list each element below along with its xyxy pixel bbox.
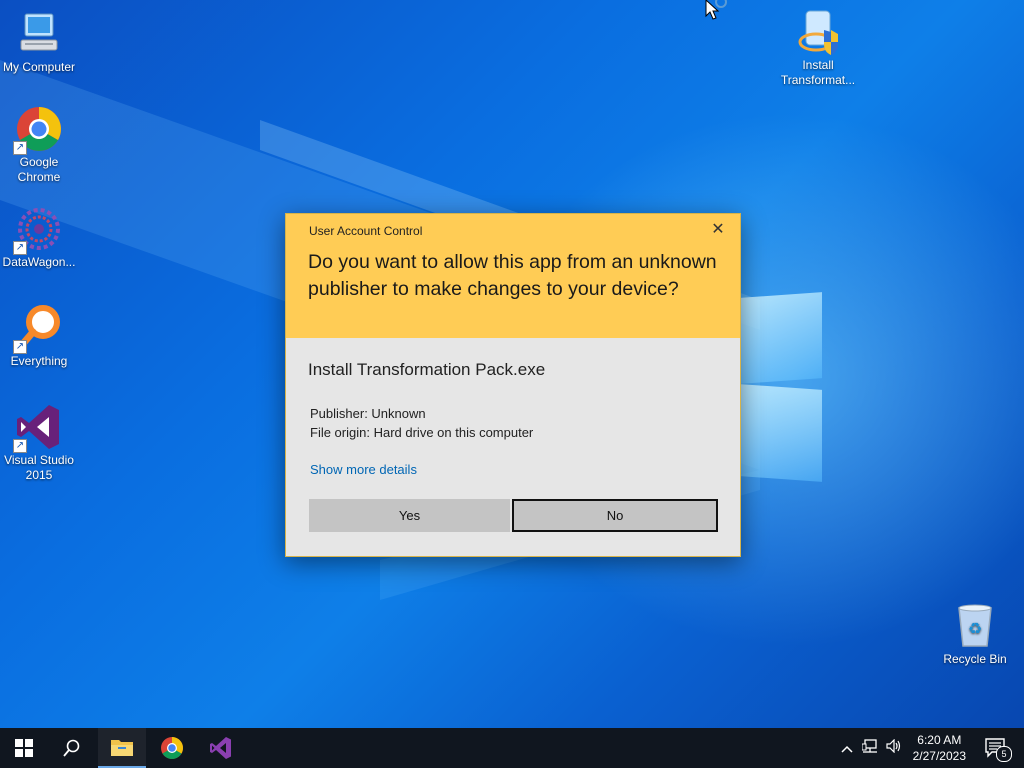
everything-search-icon: ↗: [13, 304, 63, 354]
search-button[interactable]: [48, 728, 96, 768]
computer-icon: [15, 10, 63, 58]
desktop-icon-everything[interactable]: ↗ Everything: [0, 304, 78, 369]
shortcut-arrow-icon: ↗: [13, 141, 27, 155]
uac-file-origin: File origin: Hard drive on this computer: [310, 425, 534, 440]
mouse-pointer-icon: [705, 0, 727, 20]
show-more-details-link[interactable]: Show more details: [310, 462, 417, 477]
search-icon: [63, 739, 80, 757]
uac-app-name: Install Transformation Pack.exe: [308, 360, 546, 379]
datawagon-icon: ↗: [13, 205, 63, 255]
svg-text:♻: ♻: [968, 621, 982, 638]
uac-question: Do you want to allow this app from an un…: [308, 251, 717, 300]
no-button[interactable]: No: [512, 499, 718, 532]
taskbar-file-explorer[interactable]: [98, 728, 146, 768]
close-icon[interactable]: ✕: [708, 220, 728, 240]
desktop-icon-label: Everything: [10, 354, 68, 368]
uac-publisher: Publisher: Unknown: [310, 406, 426, 421]
start-icon: [15, 739, 33, 757]
shortcut-arrow-icon: ↗: [13, 340, 27, 354]
taskbar-chrome[interactable]: [148, 728, 196, 768]
shortcut-arrow-icon: ↗: [13, 439, 27, 453]
desktop-icon-datawagon[interactable]: ↗ DataWagon...: [0, 205, 78, 270]
recycle-bin-icon: ♻: [951, 602, 999, 650]
notification-badge: 5: [996, 746, 1012, 762]
wallpaper-logo-pane: [740, 384, 822, 482]
desktop-icon-label: Visual Studio 2015: [4, 453, 74, 482]
desktop-icon-my-computer[interactable]: My Computer: [0, 10, 78, 75]
chevron-up-icon[interactable]: [836, 741, 858, 756]
desktop-icon-install-transformation[interactable]: Install Transformat...: [779, 8, 857, 88]
file-explorer-icon: [111, 740, 133, 756]
uac-info: Publisher: Unknown File origin: Hard dri…: [310, 404, 533, 442]
start-button[interactable]: [0, 728, 48, 768]
desktop-icon-google-chrome[interactable]: ↗ Google Chrome: [0, 105, 78, 185]
desktop-icon-visual-studio[interactable]: ↗ Visual Studio 2015: [0, 403, 78, 483]
wallpaper-logo-pane: [740, 292, 822, 384]
visual-studio-icon: ↗: [13, 403, 63, 453]
volume-icon[interactable]: [882, 738, 906, 758]
shortcut-arrow-icon: ↗: [13, 241, 27, 255]
system-tray: [836, 728, 906, 768]
desktop-icon-label: Recycle Bin: [943, 652, 1007, 666]
yes-button[interactable]: Yes: [309, 499, 510, 532]
desktop-icon-label: DataWagon...: [2, 255, 76, 269]
uac-window-title: User Account Control: [309, 224, 423, 238]
desktop-icon-label: My Computer: [2, 60, 76, 74]
chrome-icon: ↗: [13, 105, 63, 155]
visual-studio-icon: [210, 737, 231, 759]
clock-date: 2/27/2023: [912, 749, 966, 763]
uac-header: User Account Control ✕ Do you want to al…: [286, 214, 740, 338]
taskbar: 6:20 AM 2/27/2023 5: [0, 728, 1024, 768]
uac-dialog: User Account Control ✕ Do you want to al…: [285, 213, 741, 557]
chrome-icon: [161, 737, 183, 759]
installer-icon: [794, 8, 842, 56]
taskbar-visual-studio[interactable]: [197, 728, 245, 768]
taskbar-clock[interactable]: 6:20 AM 2/27/2023: [913, 732, 966, 764]
action-center-button[interactable]: 5: [984, 736, 1012, 762]
network-icon[interactable]: [858, 738, 882, 758]
desktop-icon-label: Google Chrome: [17, 155, 61, 184]
desktop-icon-recycle-bin[interactable]: ♻ Recycle Bin: [936, 602, 1014, 667]
desktop-icon-label: Install Transformat...: [780, 58, 856, 87]
clock-time: 6:20 AM: [917, 733, 962, 747]
